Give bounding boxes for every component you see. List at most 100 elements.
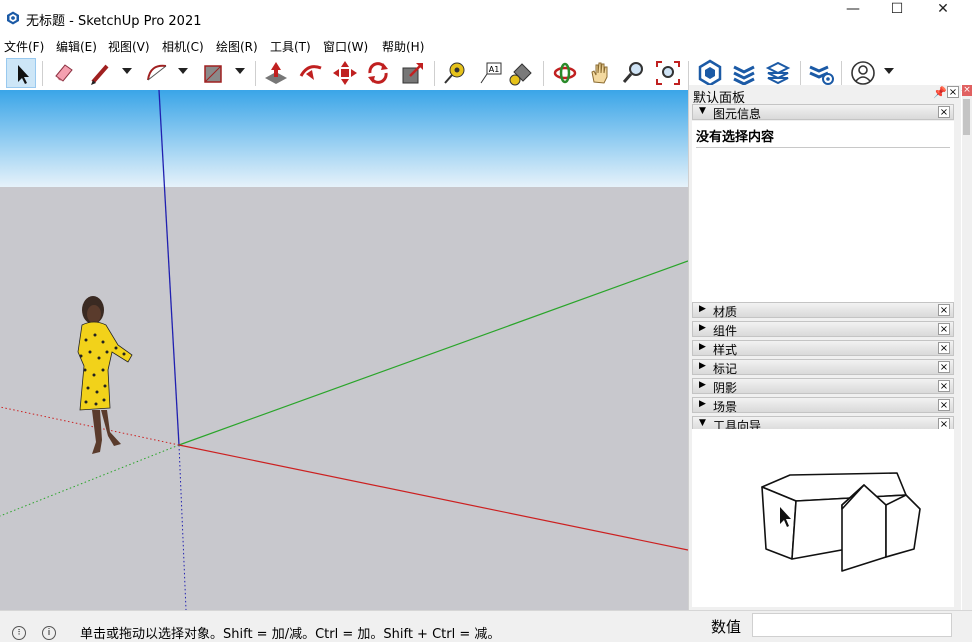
toolbar-separator bbox=[255, 61, 256, 86]
scale-tool-button[interactable] bbox=[398, 58, 428, 88]
menu-edit[interactable]: 编辑(E) bbox=[56, 38, 97, 55]
select-icon bbox=[18, 65, 29, 84]
collapsed-triangle-icon: ▶ bbox=[699, 304, 706, 314]
account-dropdown-arrow[interactable] bbox=[884, 68, 894, 74]
geo-location-icon[interactable]: ⁝ bbox=[12, 626, 26, 640]
tray-scrollbar[interactable]: × bbox=[962, 85, 972, 610]
tray-tags-header[interactable]: ▶ 标记 × bbox=[692, 359, 954, 376]
collapsed-triangle-icon: ▶ bbox=[699, 399, 706, 409]
tray-shadows-header[interactable]: ▶ 阴影 × bbox=[692, 378, 954, 395]
rectangle-tool-button[interactable] bbox=[198, 58, 228, 88]
tray-styles-close-icon[interactable]: × bbox=[938, 342, 950, 354]
extension-manager-icon bbox=[809, 65, 834, 85]
tray-materials-header[interactable]: ▶ 材质 × bbox=[692, 302, 954, 319]
entity-info-header[interactable]: ▼ 图元信息 × bbox=[692, 104, 954, 121]
tray-components-close-icon[interactable]: × bbox=[938, 323, 950, 335]
pencil-tool-button[interactable] bbox=[86, 58, 116, 88]
toolbar-separator bbox=[800, 61, 801, 86]
entity-info-label: 图元信息 bbox=[713, 107, 762, 121]
text-icon: A1 bbox=[480, 62, 502, 84]
zoom-extents-tool-button[interactable] bbox=[653, 58, 683, 88]
rectangle-dropdown-arrow[interactable] bbox=[235, 68, 245, 74]
menu-file[interactable]: 文件(F) bbox=[4, 38, 44, 55]
model-viewport[interactable] bbox=[0, 90, 688, 610]
follow-me-icon bbox=[299, 65, 322, 80]
no-selection-text: 没有选择内容 bbox=[696, 130, 775, 145]
menu-camera[interactable]: 相机(C) bbox=[162, 38, 204, 55]
tray-shadows-label: 阴影 bbox=[713, 381, 738, 395]
minimize-button[interactable]: — bbox=[830, 0, 876, 30]
tray-shadows-close-icon[interactable]: × bbox=[938, 380, 950, 392]
menu-view[interactable]: 视图(V) bbox=[108, 38, 150, 55]
move-tool-button[interactable] bbox=[330, 58, 360, 88]
select-instruction-illustration bbox=[761, 472, 921, 572]
orbit-icon bbox=[553, 62, 577, 84]
status-hint: 单击或拖动以选择对象。Shift = 加/减。Ctrl = 加。Shift + … bbox=[80, 627, 501, 642]
push-pull-icon bbox=[265, 62, 287, 84]
paint-bucket-icon bbox=[509, 63, 532, 86]
menu-window[interactable]: 窗口(W) bbox=[323, 38, 368, 55]
tray-components-header[interactable]: ▶ 组件 × bbox=[692, 321, 954, 338]
collapsed-triangle-icon: ▶ bbox=[699, 323, 706, 333]
tray-scenes-close-icon[interactable]: × bbox=[938, 399, 950, 411]
layout-icon bbox=[765, 61, 791, 85]
follow-me-tool-button[interactable] bbox=[296, 58, 326, 88]
paint-bucket-tool-button[interactable] bbox=[507, 58, 537, 88]
arc-dropdown-arrow[interactable] bbox=[178, 68, 188, 74]
status-bar: ⁝ i 单击或拖动以选择对象。Shift = 加/减。Ctrl = 加。Shif… bbox=[0, 610, 972, 642]
toolbar-separator bbox=[42, 61, 43, 86]
tray-scenes-header[interactable]: ▶ 场景 × bbox=[692, 397, 954, 414]
collapsed-triangle-icon: ▶ bbox=[699, 380, 706, 390]
maximize-button[interactable]: ☐ bbox=[874, 0, 920, 30]
measurements-label: 数值 bbox=[711, 618, 742, 636]
info-icon[interactable]: i bbox=[42, 626, 56, 640]
menu-bar: 文件(F) 编辑(E) 视图(V) 相机(C) 绘图(R) 工具(T) 窗口(W… bbox=[0, 36, 972, 56]
instructor-body bbox=[692, 429, 954, 607]
tray-scroll-close-icon[interactable]: × bbox=[962, 85, 972, 96]
tray-close-button[interactable]: × bbox=[947, 86, 959, 98]
pencil-dropdown-arrow[interactable] bbox=[122, 68, 132, 74]
entity-info-body: 没有选择内容 bbox=[692, 121, 954, 306]
warehouse-icon bbox=[698, 59, 722, 87]
rectangle-icon bbox=[204, 65, 222, 83]
pin-icon[interactable]: 📌 bbox=[933, 86, 947, 99]
menu-tools[interactable]: 工具(T) bbox=[270, 38, 311, 55]
zoom-tool-button[interactable] bbox=[619, 58, 649, 88]
arc-tool-button[interactable] bbox=[142, 58, 172, 88]
text-tool-button[interactable]: A1 bbox=[475, 58, 505, 88]
tape-measure-tool-button[interactable] bbox=[440, 58, 470, 88]
tray-styles-label: 样式 bbox=[713, 343, 738, 357]
scrollbar-thumb[interactable] bbox=[963, 99, 970, 135]
3d-warehouse-button[interactable] bbox=[695, 58, 725, 88]
window-title: 无标题 - SketchUp Pro 2021 bbox=[26, 14, 202, 29]
extension-manager-button[interactable] bbox=[806, 58, 836, 88]
orbit-tool-button[interactable] bbox=[550, 58, 580, 88]
pan-tool-button[interactable] bbox=[585, 58, 615, 88]
arc-icon bbox=[147, 64, 167, 81]
menu-draw[interactable]: 绘图(R) bbox=[216, 38, 258, 55]
measurements-input[interactable] bbox=[752, 613, 952, 637]
account-button[interactable] bbox=[848, 58, 878, 88]
sky bbox=[0, 90, 688, 187]
layout-button[interactable] bbox=[764, 58, 794, 88]
entity-info-close-icon[interactable]: × bbox=[938, 106, 950, 118]
tray-tags-label: 标记 bbox=[713, 362, 738, 376]
extension-warehouse-button[interactable] bbox=[729, 58, 759, 88]
select-tool-button[interactable] bbox=[6, 58, 36, 88]
tray-materials-close-icon[interactable]: × bbox=[938, 304, 950, 316]
pencil-icon bbox=[91, 64, 109, 85]
push-pull-tool-button[interactable] bbox=[261, 58, 291, 88]
eraser-tool-button[interactable] bbox=[48, 58, 78, 88]
tray-tags-close-icon[interactable]: × bbox=[938, 361, 950, 373]
tray-scenes-label: 场景 bbox=[713, 400, 738, 414]
toolbar-separator bbox=[434, 61, 435, 86]
collapsed-triangle-icon: ▶ bbox=[699, 342, 706, 352]
toolbar-separator bbox=[688, 61, 689, 86]
toolbar-separator bbox=[543, 61, 544, 86]
extension-warehouse-icon bbox=[733, 65, 755, 86]
rotate-tool-button[interactable] bbox=[363, 58, 393, 88]
eraser-icon bbox=[55, 64, 73, 82]
menu-help[interactable]: 帮助(H) bbox=[382, 38, 424, 55]
close-button[interactable]: ✕ bbox=[920, 0, 966, 30]
tray-styles-header[interactable]: ▶ 样式 × bbox=[692, 340, 954, 357]
